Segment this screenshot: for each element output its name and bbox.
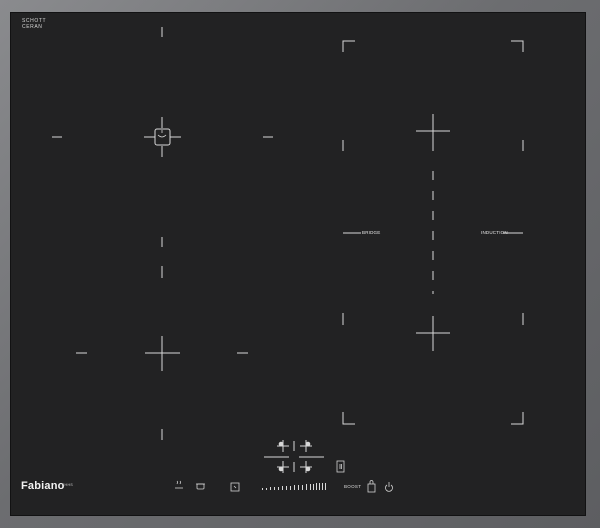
glass-maker-mark: SCHOTT CERAN: [22, 18, 46, 30]
pause-icon[interactable]: [336, 460, 345, 473]
timer-icon[interactable]: [230, 482, 240, 492]
heat-waves-icon[interactable]: [175, 480, 183, 489]
glass-maker-line2: CERAN: [22, 24, 43, 30]
brand-logo: Fabiano: [21, 480, 65, 492]
brand-logo-sub: FHHS: [62, 483, 74, 487]
pot-icon[interactable]: [196, 483, 205, 490]
bridge-label: BRIDGE: [362, 230, 381, 235]
slider-scale[interactable]: [262, 483, 326, 490]
child-lock-icon[interactable]: [367, 480, 376, 493]
boost-button[interactable]: BOOST: [344, 484, 361, 489]
induction-label: INDUCTION: [481, 230, 508, 235]
touch-control-panel: [175, 460, 393, 493]
power-icon[interactable]: [385, 482, 393, 492]
